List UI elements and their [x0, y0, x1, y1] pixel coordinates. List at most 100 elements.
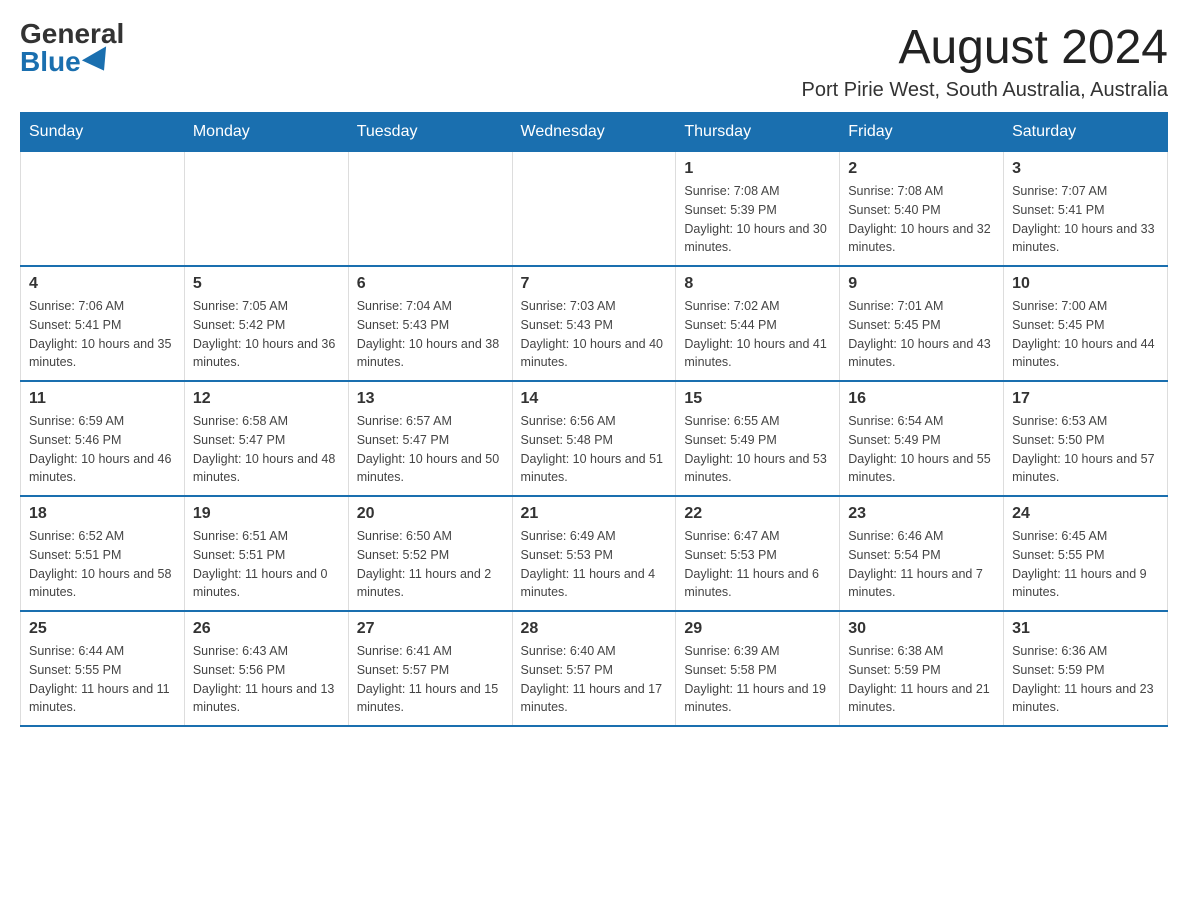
day-number: 6 — [357, 275, 504, 293]
cell-info: Sunrise: 6:49 AM Sunset: 5:53 PM Dayligh… — [521, 527, 668, 602]
calendar-cell: 30 Sunrise: 6:38 AM Sunset: 5:59 PM Dayli… — [840, 611, 1004, 726]
calendar-cell: 3 Sunrise: 7:07 AM Sunset: 5:41 PM Daylig… — [1004, 152, 1168, 267]
calendar-cell: 15 Sunrise: 6:55 AM Sunset: 5:49 PM Dayli… — [676, 381, 840, 496]
cell-info: Sunrise: 6:46 AM Sunset: 5:54 PM Dayligh… — [848, 527, 995, 602]
calendar-cell: 20 Sunrise: 6:50 AM Sunset: 5:52 PM Dayli… — [348, 496, 512, 611]
cell-info: Sunrise: 7:00 AM Sunset: 5:45 PM Dayligh… — [1012, 297, 1159, 372]
day-number: 24 — [1012, 505, 1159, 523]
cell-info: Sunrise: 6:40 AM Sunset: 5:57 PM Dayligh… — [521, 642, 668, 717]
calendar-cell — [512, 152, 676, 267]
cell-info: Sunrise: 6:45 AM Sunset: 5:55 PM Dayligh… — [1012, 527, 1159, 602]
cell-info: Sunrise: 7:06 AM Sunset: 5:41 PM Dayligh… — [29, 297, 176, 372]
day-number: 20 — [357, 505, 504, 523]
cell-info: Sunrise: 7:01 AM Sunset: 5:45 PM Dayligh… — [848, 297, 995, 372]
day-number: 5 — [193, 275, 340, 293]
logo-triangle-icon — [82, 46, 116, 77]
calendar-cell: 9 Sunrise: 7:01 AM Sunset: 5:45 PM Daylig… — [840, 266, 1004, 381]
header-day-wednesday: Wednesday — [512, 113, 676, 152]
calendar-cell: 4 Sunrise: 7:06 AM Sunset: 5:41 PM Daylig… — [21, 266, 185, 381]
cell-info: Sunrise: 6:56 AM Sunset: 5:48 PM Dayligh… — [521, 412, 668, 487]
day-number: 23 — [848, 505, 995, 523]
day-number: 22 — [684, 505, 831, 523]
day-number: 31 — [1012, 620, 1159, 638]
cell-info: Sunrise: 6:36 AM Sunset: 5:59 PM Dayligh… — [1012, 642, 1159, 717]
day-number: 21 — [521, 505, 668, 523]
calendar-cell: 17 Sunrise: 6:53 AM Sunset: 5:50 PM Dayli… — [1004, 381, 1168, 496]
day-number: 17 — [1012, 390, 1159, 408]
day-number: 16 — [848, 390, 995, 408]
cell-info: Sunrise: 7:07 AM Sunset: 5:41 PM Dayligh… — [1012, 182, 1159, 257]
calendar: SundayMondayTuesdayWednesdayThursdayFrid… — [20, 112, 1168, 727]
cell-info: Sunrise: 6:55 AM Sunset: 5:49 PM Dayligh… — [684, 412, 831, 487]
location: Port Pirie West, South Australia, Austra… — [802, 79, 1168, 102]
day-number: 12 — [193, 390, 340, 408]
cell-info: Sunrise: 6:38 AM Sunset: 5:59 PM Dayligh… — [848, 642, 995, 717]
week-row-4: 18 Sunrise: 6:52 AM Sunset: 5:51 PM Dayli… — [21, 496, 1168, 611]
calendar-cell: 11Sunrise: 6:59 AM Sunset: 5:46 PM Dayli… — [21, 381, 185, 496]
day-number: 26 — [193, 620, 340, 638]
day-number: 15 — [684, 390, 831, 408]
cell-info: Sunrise: 6:51 AM Sunset: 5:51 PM Dayligh… — [193, 527, 340, 602]
day-number: 8 — [684, 275, 831, 293]
logo-general-text: General — [20, 20, 124, 48]
calendar-cell: 18 Sunrise: 6:52 AM Sunset: 5:51 PM Dayli… — [21, 496, 185, 611]
calendar-cell: 2Sunrise: 7:08 AM Sunset: 5:40 PM Daylig… — [840, 152, 1004, 267]
day-number: 18 — [29, 505, 176, 523]
cell-info: Sunrise: 6:54 AM Sunset: 5:49 PM Dayligh… — [848, 412, 995, 487]
day-number: 30 — [848, 620, 995, 638]
day-number: 28 — [521, 620, 668, 638]
cell-info: Sunrise: 6:50 AM Sunset: 5:52 PM Dayligh… — [357, 527, 504, 602]
cell-info: Sunrise: 6:57 AM Sunset: 5:47 PM Dayligh… — [357, 412, 504, 487]
cell-info: Sunrise: 6:52 AM Sunset: 5:51 PM Dayligh… — [29, 527, 176, 602]
day-number: 9 — [848, 275, 995, 293]
day-number: 13 — [357, 390, 504, 408]
header-day-sunday: Sunday — [21, 113, 185, 152]
calendar-header-row: SundayMondayTuesdayWednesdayThursdayFrid… — [21, 113, 1168, 152]
header-day-friday: Friday — [840, 113, 1004, 152]
day-number: 7 — [521, 275, 668, 293]
cell-info: Sunrise: 6:53 AM Sunset: 5:50 PM Dayligh… — [1012, 412, 1159, 487]
day-number: 4 — [29, 275, 176, 293]
title-area: August 2024 Port Pirie West, South Austr… — [802, 20, 1168, 102]
day-number: 29 — [684, 620, 831, 638]
week-row-5: 25Sunrise: 6:44 AM Sunset: 5:55 PM Dayli… — [21, 611, 1168, 726]
page-header: General Blue August 2024 Port Pirie West… — [20, 20, 1168, 102]
calendar-cell: 12 Sunrise: 6:58 AM Sunset: 5:47 PM Dayli… — [184, 381, 348, 496]
cell-info: Sunrise: 6:58 AM Sunset: 5:47 PM Dayligh… — [193, 412, 340, 487]
cell-info: Sunrise: 7:05 AM Sunset: 5:42 PM Dayligh… — [193, 297, 340, 372]
calendar-cell: 14Sunrise: 6:56 AM Sunset: 5:48 PM Dayli… — [512, 381, 676, 496]
day-number: 27 — [357, 620, 504, 638]
day-number: 1 — [684, 160, 831, 178]
cell-info: Sunrise: 7:03 AM Sunset: 5:43 PM Dayligh… — [521, 297, 668, 372]
calendar-cell: 19 Sunrise: 6:51 AM Sunset: 5:51 PM Dayli… — [184, 496, 348, 611]
header-day-thursday: Thursday — [676, 113, 840, 152]
cell-info: Sunrise: 6:39 AM Sunset: 5:58 PM Dayligh… — [684, 642, 831, 717]
calendar-cell — [21, 152, 185, 267]
calendar-cell: 27 Sunrise: 6:41 AM Sunset: 5:57 PM Dayli… — [348, 611, 512, 726]
day-number: 11 — [29, 390, 176, 408]
week-row-3: 11Sunrise: 6:59 AM Sunset: 5:46 PM Dayli… — [21, 381, 1168, 496]
day-number: 25 — [29, 620, 176, 638]
calendar-cell: 25Sunrise: 6:44 AM Sunset: 5:55 PM Dayli… — [21, 611, 185, 726]
day-number: 2 — [848, 160, 995, 178]
logo: General Blue — [20, 20, 124, 76]
cell-info: Sunrise: 7:08 AM Sunset: 5:39 PM Dayligh… — [684, 182, 831, 257]
calendar-cell: 16 Sunrise: 6:54 AM Sunset: 5:49 PM Dayli… — [840, 381, 1004, 496]
cell-info: Sunrise: 6:41 AM Sunset: 5:57 PM Dayligh… — [357, 642, 504, 717]
calendar-cell: 7 Sunrise: 7:03 AM Sunset: 5:43 PM Daylig… — [512, 266, 676, 381]
calendar-cell: 5 Sunrise: 7:05 AM Sunset: 5:42 PM Daylig… — [184, 266, 348, 381]
week-row-1: 1 Sunrise: 7:08 AM Sunset: 5:39 PM Daylig… — [21, 152, 1168, 267]
header-day-monday: Monday — [184, 113, 348, 152]
week-row-2: 4 Sunrise: 7:06 AM Sunset: 5:41 PM Daylig… — [21, 266, 1168, 381]
day-number: 3 — [1012, 160, 1159, 178]
header-day-saturday: Saturday — [1004, 113, 1168, 152]
calendar-cell: 13 Sunrise: 6:57 AM Sunset: 5:47 PM Dayli… — [348, 381, 512, 496]
calendar-cell — [348, 152, 512, 267]
day-number: 19 — [193, 505, 340, 523]
logo-blue-text: Blue — [20, 48, 113, 76]
cell-info: Sunrise: 7:04 AM Sunset: 5:43 PM Dayligh… — [357, 297, 504, 372]
cell-info: Sunrise: 7:02 AM Sunset: 5:44 PM Dayligh… — [684, 297, 831, 372]
month-title: August 2024 — [802, 20, 1168, 75]
calendar-cell: 28 Sunrise: 6:40 AM Sunset: 5:57 PM Dayli… — [512, 611, 676, 726]
calendar-cell: 23 Sunrise: 6:46 AM Sunset: 5:54 PM Dayli… — [840, 496, 1004, 611]
